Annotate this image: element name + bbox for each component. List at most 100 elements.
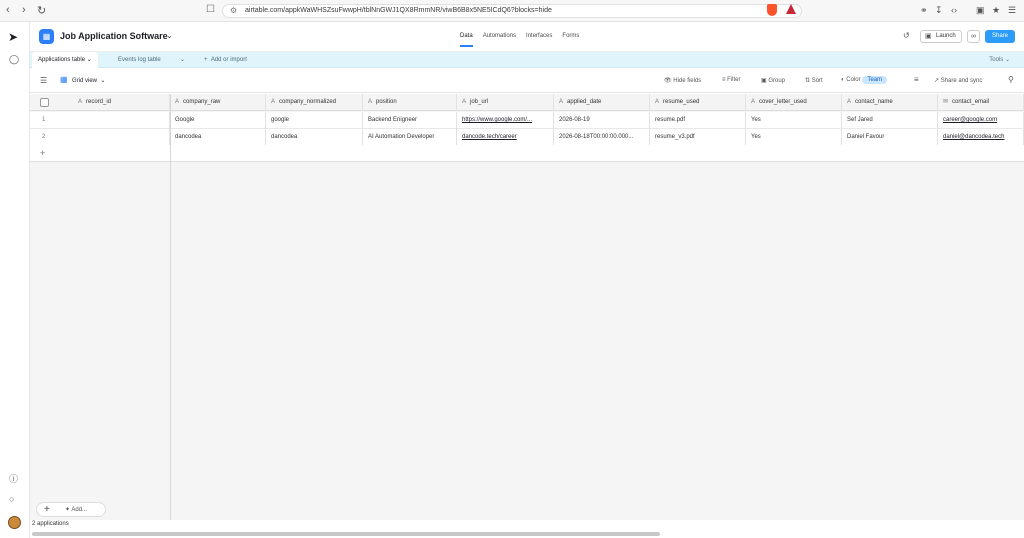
color-button[interactable]: ◐ Color Team [841, 76, 887, 84]
hide-fields-button[interactable]: 👁 Hide fields [664, 77, 701, 84]
forward-icon[interactable]: › [22, 4, 26, 16]
horizontal-scrollbar[interactable] [32, 532, 660, 536]
cell-company-raw[interactable]: Google [170, 112, 266, 129]
views-menu-icon[interactable]: ☰ [40, 76, 47, 85]
share-sync-button[interactable]: ↗ Share and sync [934, 77, 982, 84]
row-height-icon[interactable]: ≡ [914, 75, 919, 84]
row-number: 2 [30, 129, 170, 146]
group-label: Group [768, 78, 786, 84]
cell-contact-email[interactable]: daniel@dancodea.tech [938, 129, 1024, 146]
address-bar[interactable]: ⚙ airtable.com/appkWaWHSZsuFwwpH/tblNnGW… [222, 4, 802, 18]
cell-company-raw[interactable]: dancodea [170, 129, 266, 146]
plus-icon[interactable]: + [44, 504, 50, 515]
cell-contact-name[interactable]: Sef Jared [842, 112, 938, 129]
password-icon[interactable]: ⚭ [920, 5, 928, 16]
cell-company-normalized[interactable]: google [266, 112, 363, 129]
cell-position[interactable]: Backend Enigneer [363, 112, 457, 129]
frozen-column-divider [170, 94, 171, 538]
cell-job-url[interactable]: https://www.google.com/... [457, 112, 554, 129]
header-label: job_url [470, 99, 489, 105]
header-applied-date[interactable]: Aapplied_date [554, 94, 650, 111]
brave-rewards-icon[interactable] [786, 4, 796, 14]
notifications-icon[interactable]: ○ [9, 494, 14, 504]
tab-forms[interactable]: Forms [562, 33, 579, 47]
cell-contact-name[interactable]: Daniel Favour [842, 129, 938, 146]
tab-events-log-table[interactable]: Events log table [112, 52, 167, 68]
header-label: company_normalized [279, 99, 337, 105]
top-tabs: Data Automations Interfaces Forms [460, 33, 579, 47]
copy-link-button[interactable]: ∞ [967, 30, 980, 43]
sidebar-icon[interactable]: ▣ [976, 5, 985, 16]
chevron-down-icon[interactable]: ⌄ [166, 31, 173, 40]
filter-button[interactable]: ≡ Filter [722, 77, 741, 83]
more-tables-icon[interactable]: ⌄ [174, 52, 191, 68]
header-job-url[interactable]: Ajob_url [457, 94, 554, 111]
browser-toolbar: ‹ › ↻ ☐ ⚙ airtable.com/appkWaWHSZsuFwwpH… [0, 0, 1024, 22]
share-sync-label: Share and sync [940, 78, 983, 84]
sort-button[interactable]: ⇅ Sort [805, 77, 823, 84]
group-button[interactable]: ▣ Group [761, 77, 785, 84]
add-import-button[interactable]: + Add or import [198, 52, 253, 68]
tab-applications-table[interactable]: Applications table ⌄ [32, 52, 98, 68]
cell-applied-date[interactable]: 2026-08-18T00:00:00.000... [554, 129, 650, 146]
cell-applied-date[interactable]: 2026-08-19 [554, 112, 650, 129]
color-team-badge: Team [862, 76, 887, 84]
header-position[interactable]: Aposition [363, 94, 457, 111]
workspace-icon[interactable]: ◯ [9, 54, 19, 65]
site-info-icon[interactable]: ⚙ [230, 6, 237, 15]
tools-label: Tools [989, 57, 1004, 63]
view-bar: ☰ ▦ Grid view ⌄ 👁 Hide fields ≡ Filter ▣… [30, 69, 1024, 93]
brave-shields-icon[interactable] [767, 4, 777, 16]
cell-job-url[interactable]: dancode.tech/career [457, 129, 554, 146]
cell-resume-used[interactable]: resume.pdf [650, 112, 746, 129]
avatar[interactable] [8, 516, 21, 529]
view-name[interactable]: Grid view ⌄ [72, 77, 105, 84]
header-company-raw[interactable]: Acompany_raw [170, 94, 266, 111]
cell-cover-letter-used[interactable]: Yes [746, 129, 842, 146]
table-row[interactable]: 2 dancodea dancodea AI Automation Develo… [30, 129, 1024, 146]
help-icon[interactable]: ⓘ [9, 472, 18, 485]
history-icon[interactable]: ↺ [903, 31, 910, 40]
extensions-icon[interactable]: ★ [992, 5, 1000, 16]
header-resume-used[interactable]: Aresume_used [650, 94, 746, 111]
base-name[interactable]: Job Application Software [60, 31, 168, 41]
tools-menu[interactable]: Tools ⌄ [989, 52, 1010, 68]
add-record-bar[interactable]: + ✦ Add... [36, 502, 106, 517]
header-cover-letter-used[interactable]: Acover_letter_used [746, 94, 842, 111]
header-contact-email[interactable]: ✉ contact_email [938, 94, 1024, 111]
table-row[interactable]: 1 Google google Backend Enigneer https:/… [30, 112, 1024, 129]
devtools-icon[interactable]: ‹› [951, 5, 957, 15]
tab-automations[interactable]: Automations [483, 33, 516, 47]
cell-contact-email[interactable]: career@google.com [938, 112, 1024, 129]
bookmark-icon[interactable]: ☐ [206, 4, 215, 15]
airtable-logo-icon[interactable]: ➤ [8, 30, 18, 44]
share-button[interactable]: Share [985, 30, 1015, 43]
tab-label: Applications table [38, 57, 86, 63]
select-all-checkbox[interactable] [40, 98, 49, 107]
cell-resume-used[interactable]: resume_v3.pdf [650, 129, 746, 146]
tab-data[interactable]: Data [460, 33, 473, 47]
cell-position[interactable]: AI Automation Developer [363, 129, 457, 146]
menu-icon[interactable]: ☰ [1008, 5, 1016, 16]
download-icon[interactable]: ↧ [935, 5, 943, 16]
back-icon[interactable]: ‹ [6, 4, 10, 16]
plus-icon: + [40, 148, 46, 158]
search-icon[interactable]: ⚲ [1008, 75, 1014, 84]
reload-icon[interactable]: ↻ [37, 4, 46, 17]
header-label: contact_email [952, 99, 990, 105]
header-label: resume_used [663, 99, 700, 105]
header-company-normalized[interactable]: Acompany_normalized [266, 94, 363, 111]
grid-header: Arecord_id Acompany_raw Acompany_normali… [30, 94, 1024, 111]
header-contact-name[interactable]: Acontact_name [842, 94, 938, 111]
hide-fields-label: Hide fields [673, 78, 702, 84]
cell-company-normalized[interactable]: dancodea [266, 129, 363, 146]
tab-interfaces[interactable]: Interfaces [526, 33, 552, 47]
cell-cover-letter-used[interactable]: Yes [746, 112, 842, 129]
launch-label: Launch [936, 33, 956, 39]
header-label: applied_date [567, 99, 602, 105]
header-record-id[interactable]: Arecord_id [30, 94, 170, 111]
add-row-button[interactable]: + [30, 145, 1024, 162]
add-label[interactable]: ✦ Add... [65, 506, 87, 513]
base-icon[interactable]: ▦ [39, 29, 54, 44]
grid-view-icon: ▦ [60, 75, 68, 84]
